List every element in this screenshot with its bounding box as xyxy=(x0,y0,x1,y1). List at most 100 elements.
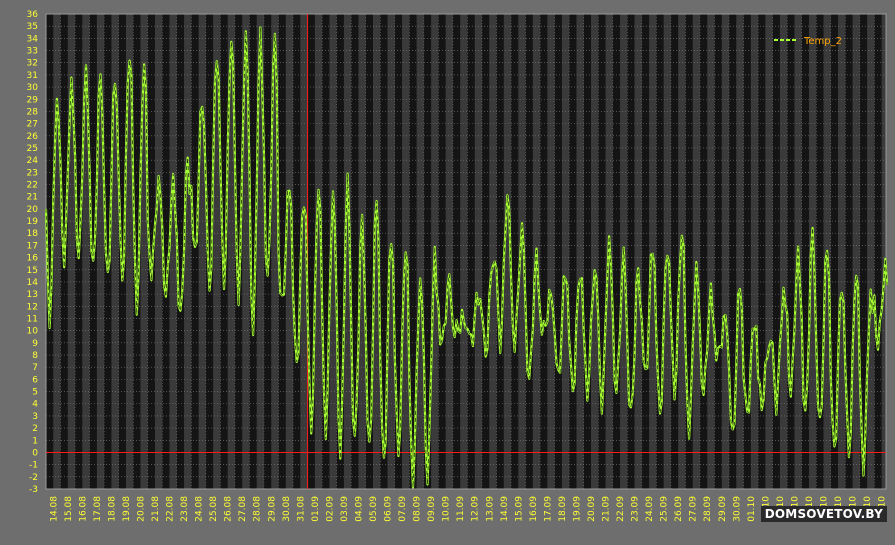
x-tick-label: 18.09 xyxy=(558,496,568,522)
x-tick-label: 06.09 xyxy=(384,496,394,522)
night-stripe xyxy=(475,14,482,489)
x-tick-label: 11.09 xyxy=(456,496,466,522)
x-tick-label: 28.09 xyxy=(703,496,713,522)
night-stripe xyxy=(489,14,496,489)
y-tick-label: 23 xyxy=(27,168,38,178)
watermark: DOMSOVETOV.BY xyxy=(761,506,887,522)
temperature-chart: -3-2-10123456789101112131415161718192021… xyxy=(0,0,895,540)
x-tick-label: 25.08 xyxy=(209,496,219,522)
y-tick-label: 29 xyxy=(27,95,39,105)
y-tick-label: 4 xyxy=(32,400,38,410)
y-tick-label: 24 xyxy=(27,156,39,166)
x-tick-label: 20.08 xyxy=(136,496,146,522)
night-stripe xyxy=(591,14,598,489)
x-tick-label: 14.08 xyxy=(49,496,59,522)
y-tick-label: 28 xyxy=(27,107,39,117)
x-tick-label: 12.09 xyxy=(471,496,481,522)
night-stripe xyxy=(867,14,874,489)
y-tick-label: 15 xyxy=(27,266,38,276)
x-tick-label: 26.08 xyxy=(224,496,234,522)
y-tick-label: 5 xyxy=(32,388,38,398)
night-stripe xyxy=(576,14,583,489)
y-tick-label: 33 xyxy=(27,47,38,57)
y-tick-label: 30 xyxy=(27,83,39,93)
night-stripe xyxy=(853,14,860,489)
night-stripe xyxy=(547,14,554,489)
y-tick-label: 21 xyxy=(27,193,38,203)
x-tick-label: 24.08 xyxy=(195,496,205,522)
night-stripe xyxy=(460,14,467,489)
x-tick-label: 26.09 xyxy=(674,496,684,522)
y-tick-label: 27 xyxy=(27,120,38,130)
y-tick-label: 0 xyxy=(32,448,38,458)
x-tick-label: 01.10 xyxy=(747,496,757,522)
x-tick-label: 08.09 xyxy=(413,496,423,522)
x-tick-label: 29.08 xyxy=(267,496,277,522)
y-tick-label: 3 xyxy=(32,412,38,422)
night-stripe xyxy=(562,14,569,489)
x-tick-label: 01.09 xyxy=(311,496,321,522)
x-tick-label: 21.08 xyxy=(151,496,161,522)
x-tick-label: 19.08 xyxy=(122,496,132,522)
x-tick-label: 22.08 xyxy=(166,496,176,522)
night-stripe xyxy=(170,14,177,489)
x-tick-label: 30.09 xyxy=(732,496,742,522)
y-tick-label: 13 xyxy=(27,290,38,300)
y-tick-label: 9 xyxy=(32,339,38,349)
legend-label: Temp_2 xyxy=(803,36,842,47)
x-tick-label: 18.08 xyxy=(107,496,117,522)
y-tick-label: 17 xyxy=(27,241,38,251)
x-tick-label: 20.09 xyxy=(587,496,597,522)
x-tick-label: 10.09 xyxy=(442,496,452,522)
x-tick-label: 16.08 xyxy=(78,496,88,522)
x-tick-label: 09.09 xyxy=(427,496,437,522)
night-stripe xyxy=(882,14,886,489)
night-stripe xyxy=(736,14,743,489)
x-tick-label: 14.09 xyxy=(500,496,510,522)
x-tick-label: 19.09 xyxy=(572,496,582,522)
y-tick-label: 14 xyxy=(27,278,39,288)
y-tick-label: 6 xyxy=(32,375,38,385)
y-tick-label: 2 xyxy=(32,424,38,434)
x-tick-label: 28.08 xyxy=(253,496,263,522)
night-stripe xyxy=(184,14,191,489)
y-tick-label: 7 xyxy=(32,363,38,373)
y-tick-label: 18 xyxy=(27,229,39,239)
y-tick-label: 16 xyxy=(27,254,39,264)
night-stripe xyxy=(780,14,787,489)
night-stripe xyxy=(446,14,453,489)
x-tick-label: 17.09 xyxy=(543,496,553,522)
x-tick-label: 15.08 xyxy=(64,496,74,522)
x-tick-label: 03.09 xyxy=(340,496,350,522)
y-tick-label: 35 xyxy=(27,22,38,32)
y-tick-label: 8 xyxy=(32,351,38,361)
x-tick-label: 31.08 xyxy=(296,496,306,522)
x-tick-label: 21.09 xyxy=(602,496,612,522)
y-tick-label: 11 xyxy=(27,314,38,324)
y-tick-label: 31 xyxy=(27,71,38,81)
y-tick-label: -3 xyxy=(29,485,38,495)
x-tick-label: 24.09 xyxy=(645,496,655,522)
night-stripe xyxy=(751,14,758,489)
y-tick-label: 34 xyxy=(27,34,39,44)
night-stripe xyxy=(693,14,700,489)
y-tick-label: 32 xyxy=(27,59,38,69)
night-stripe xyxy=(664,14,671,489)
night-stripe xyxy=(649,14,656,489)
x-tick-label: 07.09 xyxy=(398,496,408,522)
y-tick-label: -1 xyxy=(29,461,38,471)
x-tick-label: 13.09 xyxy=(485,496,495,522)
y-tick-label: 25 xyxy=(27,144,38,154)
y-tick-label: -2 xyxy=(29,473,38,483)
y-tick-label: 10 xyxy=(27,327,39,337)
x-tick-label: 23.08 xyxy=(180,496,190,522)
night-stripe xyxy=(838,14,845,489)
y-tick-label: 22 xyxy=(27,181,38,191)
x-tick-label: 27.08 xyxy=(238,496,248,522)
night-stripe xyxy=(635,14,642,489)
x-tick-label: 23.09 xyxy=(631,496,641,522)
x-tick-label: 02.09 xyxy=(325,496,335,522)
night-stripe xyxy=(199,14,206,489)
y-tick-label: 12 xyxy=(27,302,38,312)
y-tick-label: 26 xyxy=(27,132,39,142)
